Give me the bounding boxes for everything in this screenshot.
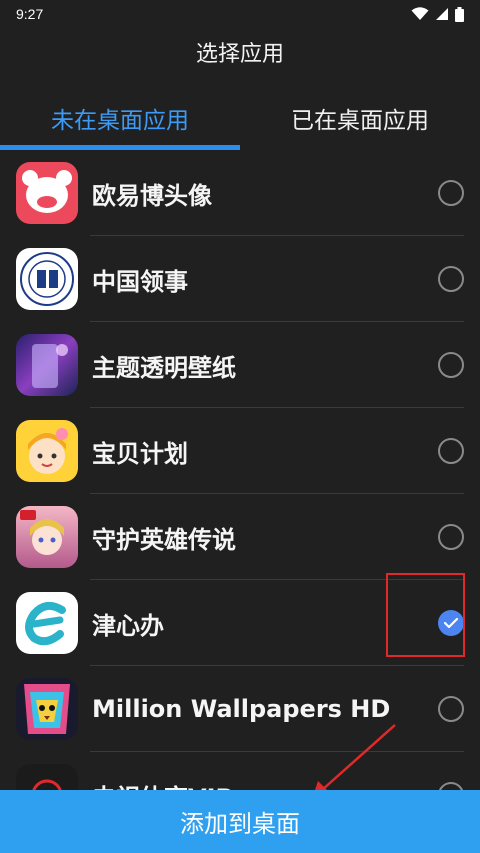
app-row[interactable]: 中国领事: [0, 236, 480, 322]
app-name: 守护英雄传说: [92, 525, 236, 554]
status-time: 9:27: [16, 6, 44, 22]
jinxinban-app-icon: [16, 592, 78, 654]
add-to-desktop-button[interactable]: 添加到桌面: [0, 790, 480, 853]
app-name: 中国领事: [92, 267, 188, 296]
app-name: 主题透明壁纸: [92, 353, 236, 382]
battery-icon: [455, 6, 464, 22]
page-title: 选择应用: [195, 42, 284, 67]
million-wallpapers-app-icon: [16, 678, 78, 740]
tab-bar: 未在桌面应用 已在桌面应用: [0, 90, 480, 150]
app-row[interactable]: 主题透明壁纸: [0, 322, 480, 408]
app-row[interactable]: 欧易博头像: [0, 150, 480, 236]
radio-unchecked[interactable]: [438, 696, 464, 722]
app-name: 宝贝计划: [92, 439, 188, 468]
wifi-icon: [411, 7, 429, 20]
tab-on-desktop[interactable]: 已在桌面应用: [240, 90, 480, 146]
app-name: 津心办: [92, 611, 164, 640]
radio-unchecked[interactable]: [438, 352, 464, 378]
tab-not-on-desktop[interactable]: 未在桌面应用: [0, 90, 240, 146]
status-bar: 9:27: [0, 0, 480, 28]
app-row[interactable]: 宝贝计划: [0, 408, 480, 494]
guardian-heroes-app-icon: [16, 506, 78, 568]
status-icons: [411, 6, 464, 22]
radio-unchecked[interactable]: [438, 438, 464, 464]
radio-unchecked[interactable]: [438, 524, 464, 550]
signal-icon: [436, 8, 448, 20]
app-list: 欧易博头像 中国领事 主题透明壁纸 宝贝计划 守护英雄传说 津心办 Millio…: [0, 150, 480, 838]
radio-unchecked[interactable]: [438, 266, 464, 292]
oyibo-avatar-app-icon: [16, 162, 78, 224]
app-name: Million Wallpapers HD: [92, 695, 391, 723]
annotation-highlight-box: [386, 573, 465, 657]
app-name: 欧易博头像: [92, 181, 212, 210]
baby-plan-app-icon: [16, 420, 78, 482]
radio-unchecked[interactable]: [438, 180, 464, 206]
transparent-wallpaper-app-icon: [16, 334, 78, 396]
app-row[interactable]: Million Wallpapers HD: [0, 666, 480, 752]
china-consular-app-icon: [16, 248, 78, 310]
app-row[interactable]: 守护英雄传说: [0, 494, 480, 580]
